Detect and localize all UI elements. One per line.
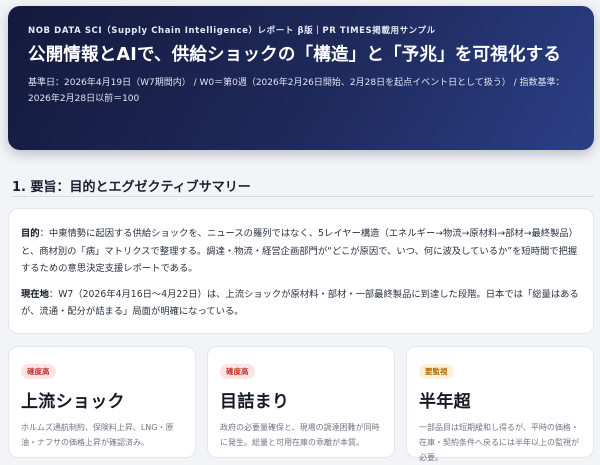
finding-description: ホルムズ通航制約、保険料上昇、LNG・原油・ナフサの価格上昇が確認済み。 (21, 423, 174, 447)
report-header: NOB DATA SCI（Supply Chain Intelligence）レ… (8, 6, 594, 150)
purpose-text: ：中東情勢に起因する供給ショックを、ニュースの羅列ではなく、5レイヤー構造（エネ… (21, 228, 578, 274)
status-label: 現在地 (21, 288, 49, 300)
section-title: 1. 要旨：目的とエグゼクティブサマリー (12, 180, 251, 195)
summary-card: 目的：中東情勢に起因する供給ショックを、ニュースの羅列ではなく、5レイヤー構造（… (8, 208, 594, 334)
finding-card-upstream-shock: 確度高 上流ショック ホルムズ通航制約、保険料上昇、LNG・原油・ナフサの価格上… (8, 346, 196, 458)
monitoring-badge: 要監視 (419, 364, 454, 379)
finding-card-half-year: 要監視 半年超 一部品目は短期緩和し得るが、平時の価格・在庫・契約条件へ戻るには… (406, 346, 594, 462)
finding-card-clogging: 確度高 目詰まり 政府の必要量確保と、現場の調達困難が同時に発生。総量と可用在庫… (207, 346, 395, 458)
purpose-paragraph: 目的：中東情勢に起因する供給ショックを、ニュースの羅列ではなく、5レイヤー構造（… (21, 225, 581, 278)
confidence-badge: 確度高 (21, 364, 56, 379)
finding-heading: 上流ショック (21, 392, 125, 412)
key-findings: 確度高 上流ショック ホルムズ通航制約、保険料上昇、LNG・原油・ナフサの価格上… (8, 346, 594, 462)
status-text: ：W7（2026年4月16日〜4月22日）は、上流ショックが原材料・部材・一部最… (21, 288, 579, 318)
finding-description: 一部品目は短期緩和し得るが、平時の価格・在庫・契約条件へ戻るには半年以上の監視が… (419, 423, 579, 462)
confidence-badge: 確度高 (220, 364, 255, 379)
report-eyebrow: NOB DATA SCI（Supply Chain Intelligence）レ… (28, 26, 436, 36)
finding-description: 政府の必要量確保と、現場の調達困難が同時に発生。総量と可用在庫の乖離が本質。 (220, 423, 380, 447)
report-title: 公開情報とAIで、供給ショックの「構造」と「予兆」を可視化する (28, 45, 562, 65)
section-divider (12, 196, 594, 197)
purpose-label: 目的 (21, 228, 40, 239)
finding-heading: 半年超 (419, 392, 471, 412)
report-meta: 基準日：2026年4月19日（W7期間内） / W0＝第0週（2026年2月26… (28, 78, 565, 104)
status-paragraph: 現在地：W7（2026年4月16日〜4月22日）は、上流ショックが原材料・部材・… (21, 286, 581, 321)
finding-heading: 目詰まり (220, 392, 290, 412)
